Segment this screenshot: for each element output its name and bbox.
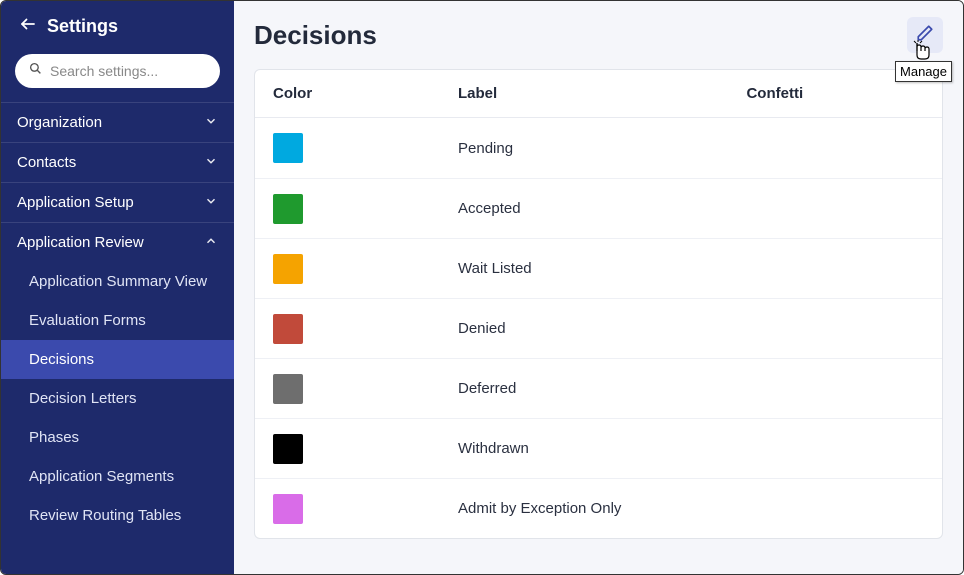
- cell-label: Accepted: [458, 200, 746, 217]
- chevron-down-icon: [204, 154, 218, 171]
- table-row[interactable]: Admit by Exception Only: [255, 478, 942, 538]
- col-header-color: Color: [273, 85, 458, 102]
- sidebar-item-review-routing-tables[interactable]: Review Routing Tables: [1, 496, 234, 535]
- nav: Organization Contacts Application Setup …: [1, 102, 234, 574]
- nav-group-label: Application Review: [17, 234, 144, 251]
- pencil-icon: [916, 24, 934, 47]
- cell-color: [273, 494, 458, 524]
- sidebar-header: Settings: [1, 1, 234, 48]
- tooltip-manage: Manage: [895, 61, 952, 82]
- cell-label: Denied: [458, 320, 746, 337]
- cell-color: [273, 133, 458, 163]
- manage-button[interactable]: [907, 17, 943, 53]
- cell-color: [273, 194, 458, 224]
- cell-color: [273, 254, 458, 284]
- nav-group-label: Application Setup: [17, 194, 134, 211]
- page-title: Decisions: [254, 20, 377, 51]
- sidebar-item-decisions[interactable]: Decisions: [1, 340, 234, 379]
- table-header: Color Label Confetti: [255, 70, 942, 118]
- sidebar-item-label: Phases: [29, 429, 79, 446]
- search-input[interactable]: [50, 63, 231, 79]
- sidebar-item-application-segments[interactable]: Application Segments: [1, 457, 234, 496]
- decisions-table: Color Label Confetti Pending Accepted Wait…: [254, 69, 943, 539]
- nav-group-contacts[interactable]: Contacts: [1, 142, 234, 182]
- sidebar-item-label: Decision Letters: [29, 390, 137, 407]
- sidebar-item-application-summary-view[interactable]: Application Summary View: [1, 262, 234, 301]
- col-header-label: Label: [458, 85, 746, 102]
- color-swatch: [273, 434, 303, 464]
- cell-label: Admit by Exception Only: [458, 500, 746, 517]
- col-header-confetti: Confetti: [746, 85, 924, 102]
- nav-group-label: Contacts: [17, 154, 76, 171]
- sidebar-item-label: Evaluation Forms: [29, 312, 146, 329]
- color-swatch: [273, 374, 303, 404]
- cell-label: Wait Listed: [458, 260, 746, 277]
- sidebar-item-phases[interactable]: Phases: [1, 418, 234, 457]
- sidebar-title: Settings: [47, 16, 118, 37]
- back-icon[interactable]: [19, 15, 37, 38]
- sidebar-item-label: Application Summary View: [29, 273, 207, 290]
- search-icon: [29, 62, 42, 80]
- cell-label: Withdrawn: [458, 440, 746, 457]
- search-container[interactable]: [15, 54, 220, 88]
- chevron-down-icon: [204, 114, 218, 131]
- chevron-up-icon: [204, 234, 218, 251]
- color-swatch: [273, 133, 303, 163]
- cell-label: Deferred: [458, 380, 746, 397]
- nav-group-organization[interactable]: Organization: [1, 102, 234, 142]
- cell-color: [273, 434, 458, 464]
- nav-group-application-review[interactable]: Application Review: [1, 222, 234, 262]
- table-row[interactable]: Withdrawn: [255, 418, 942, 478]
- sidebar-item-label: Application Segments: [29, 468, 174, 485]
- nav-group-label: Organization: [17, 114, 102, 131]
- color-swatch: [273, 254, 303, 284]
- cell-color: [273, 374, 458, 404]
- table-row[interactable]: Wait Listed: [255, 238, 942, 298]
- sidebar: Settings Organization Contacts: [1, 1, 234, 574]
- cell-label: Pending: [458, 140, 746, 157]
- table-row[interactable]: Pending: [255, 118, 942, 178]
- table-row[interactable]: Denied: [255, 298, 942, 358]
- main-header: Decisions: [234, 1, 963, 61]
- nav-group-application-setup[interactable]: Application Setup: [1, 182, 234, 222]
- color-swatch: [273, 314, 303, 344]
- sidebar-item-evaluation-forms[interactable]: Evaluation Forms: [1, 301, 234, 340]
- sidebar-item-label: Decisions: [29, 351, 94, 368]
- chevron-down-icon: [204, 194, 218, 211]
- table-row[interactable]: Deferred: [255, 358, 942, 418]
- sidebar-item-decision-letters[interactable]: Decision Letters: [1, 379, 234, 418]
- sidebar-item-label: Review Routing Tables: [29, 507, 181, 524]
- color-swatch: [273, 494, 303, 524]
- color-swatch: [273, 194, 303, 224]
- cell-color: [273, 314, 458, 344]
- table-row[interactable]: Accepted: [255, 178, 942, 238]
- main: Decisions Color Label Confetti Pending Ac…: [234, 1, 963, 574]
